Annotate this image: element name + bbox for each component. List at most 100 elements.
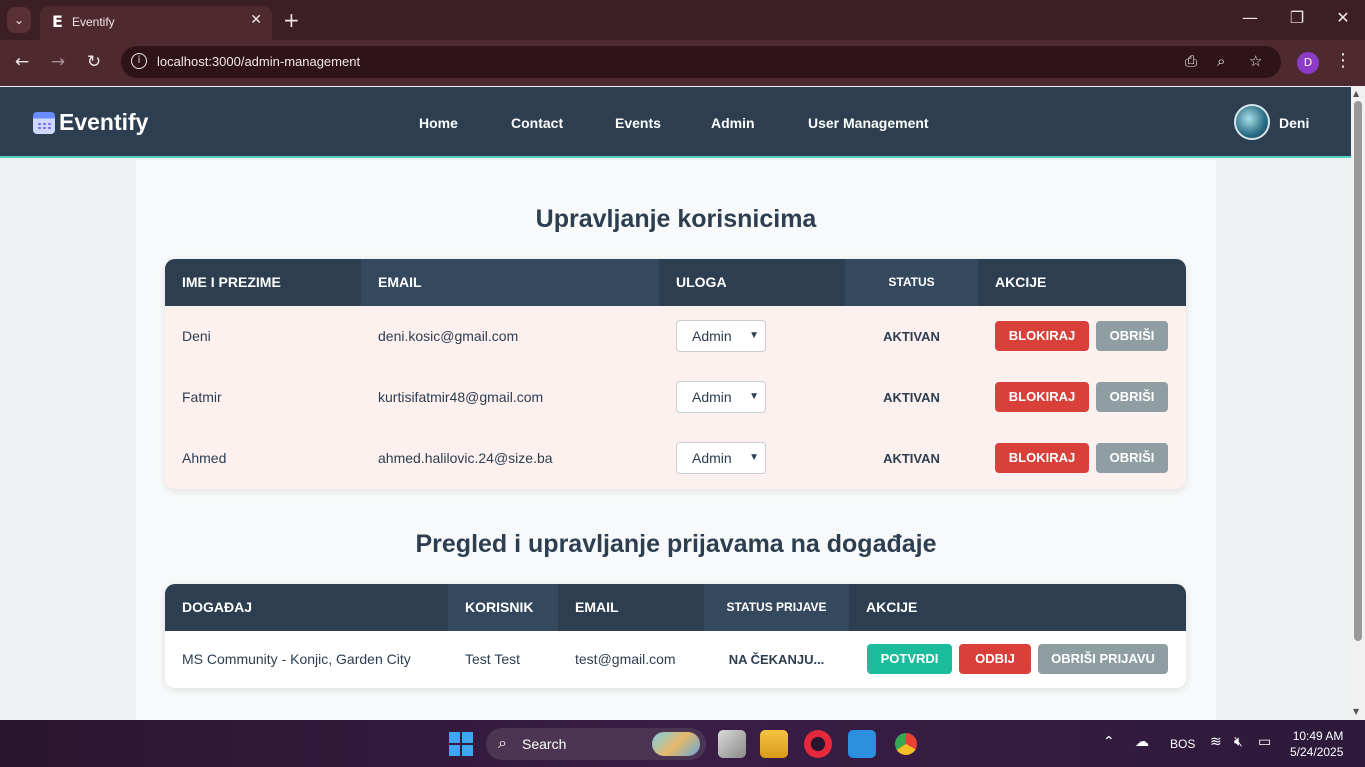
url-text[interactable]: localhost:3000/admin-management — [157, 54, 360, 69]
user-status-cell: AKTIVAN — [883, 329, 940, 344]
bookmark-star-icon[interactable]: ☆ — [1249, 52, 1262, 70]
delete-registration-button[interactable]: OBRIŠI PRIJAVU — [1038, 644, 1168, 674]
onedrive-cloud-icon[interactable]: ☁ — [1135, 734, 1149, 750]
forward-arrow-icon[interactable]: → — [47, 52, 69, 72]
reject-button[interactable]: ODBIJ — [959, 644, 1031, 674]
task-view-icon[interactable] — [718, 730, 746, 758]
brand-logo[interactable]: Eventify — [33, 109, 148, 136]
chrome-icon[interactable] — [892, 730, 920, 758]
user-name-cell: Deni — [182, 328, 211, 344]
registrations-section-title: Pregled i upravljanje prijavama na događ… — [415, 530, 937, 558]
th-user: KORISNIK — [448, 584, 558, 631]
registrant-cell: Test Test — [465, 651, 520, 667]
opera-icon[interactable] — [804, 730, 832, 758]
user-status-cell: AKTIVAN — [883, 390, 940, 405]
role-select[interactable]: Admin ▼ — [676, 381, 766, 413]
role-select[interactable]: Admin ▼ — [676, 442, 766, 474]
app-navbar: Eventify Home Contact Events Admin User … — [0, 87, 1351, 158]
file-explorer-icon[interactable] — [760, 730, 788, 758]
th-reg-actions: AKCIJE — [866, 599, 918, 615]
nav-home[interactable]: Home — [419, 115, 458, 131]
th-actions: AKCIJE — [995, 274, 1047, 290]
th-role: ULOGA — [676, 274, 727, 290]
block-button[interactable]: BLOKIRAJ — [995, 443, 1089, 473]
user-email-cell: ahmed.halilovic.24@size.ba — [378, 450, 553, 466]
table-row: MS Community - Konjic, Garden City Test … — [165, 631, 1186, 688]
address-bar[interactable]: i localhost:3000/admin-management ⎙ ⌕ ☆ — [121, 46, 1281, 78]
block-button[interactable]: BLOKIRAJ — [995, 382, 1089, 412]
new-tab-plus-icon[interactable]: + — [283, 8, 300, 32]
user-name-cell: Ahmed — [182, 450, 227, 466]
clock[interactable]: 10:49 AM 5/24/2025 — [1290, 728, 1343, 760]
windows-taskbar: ⌕ Search ⌃ ☁ BOS ≋ 🔇︎ ▭ 10:49 AM 5/24/20… — [0, 720, 1365, 767]
th-status: STATUS — [845, 259, 978, 306]
users-table-header: IME I PREZIME EMAIL ULOGA STATUS AKCIJE — [165, 259, 1186, 306]
confirm-button[interactable]: POTVRDI — [867, 644, 952, 674]
user-email-cell: deni.kosic@gmail.com — [378, 328, 519, 344]
battery-icon[interactable]: ▭ — [1258, 734, 1271, 750]
browser-menu-icon[interactable]: ⋮ — [1334, 50, 1352, 71]
tab-title: Eventify — [72, 15, 115, 29]
role-select-value: Admin — [692, 450, 732, 466]
table-row: Fatmir kurtisifatmir48@gmail.com Admin ▼ … — [165, 367, 1186, 428]
close-window-icon[interactable]: ✕ — [1328, 8, 1358, 27]
nav-admin[interactable]: Admin — [711, 115, 755, 131]
th-reg-status: STATUS PRIJAVE — [704, 584, 849, 631]
scroll-up-arrow-icon[interactable]: ▲ — [1353, 89, 1359, 98]
vscode-icon[interactable] — [848, 730, 876, 758]
minimize-icon[interactable]: — — [1235, 8, 1265, 27]
browser-tab[interactable]: E Eventify ✕ — [40, 6, 272, 40]
delete-user-button[interactable]: OBRIŠI — [1096, 443, 1168, 473]
user-name[interactable]: Deni — [1279, 115, 1309, 131]
tab-favicon: E — [52, 12, 63, 31]
delete-user-button[interactable]: OBRIŠI — [1096, 382, 1168, 412]
event-cell: MS Community - Konjic, Garden City — [182, 651, 411, 667]
search-label: Search — [522, 736, 567, 752]
nav-contact[interactable]: Contact — [511, 115, 563, 131]
tray-chevron-up-icon[interactable]: ⌃ — [1103, 734, 1115, 750]
th-reg-email: EMAIL — [575, 599, 619, 615]
user-name-cell: Fatmir — [182, 389, 222, 405]
users-table: IME I PREZIME EMAIL ULOGA STATUS AKCIJE … — [165, 259, 1186, 489]
restore-icon[interactable]: ❐ — [1282, 8, 1312, 27]
registrant-email-cell: test@gmail.com — [575, 651, 676, 667]
scroll-down-arrow-icon[interactable]: ▼ — [1353, 707, 1359, 716]
site-info-icon[interactable]: i — [131, 53, 147, 69]
tab-search-chevron-icon[interactable]: ⌄ — [7, 7, 31, 33]
page-scrollbar[interactable]: ▲ ▼ — [1351, 87, 1365, 720]
wifi-icon[interactable]: ≋ — [1210, 734, 1222, 750]
chevron-down-icon: ▼ — [749, 452, 759, 463]
th-event: DOGAĐAJ — [182, 599, 253, 615]
calendar-icon — [33, 111, 55, 134]
delete-user-button[interactable]: OBRIŠI — [1096, 321, 1168, 351]
chevron-down-icon: ▼ — [749, 330, 759, 341]
back-arrow-icon[interactable]: ← — [11, 52, 33, 72]
scrollbar-thumb[interactable] — [1354, 101, 1362, 641]
th-email: EMAIL — [361, 259, 659, 306]
windows-start-icon[interactable] — [449, 732, 473, 756]
language-indicator[interactable]: BOS — [1170, 737, 1195, 751]
browser-tab-bar: ⌄ E Eventify ✕ + — ❐ ✕ — [0, 0, 1365, 40]
role-select[interactable]: Admin ▼ — [676, 320, 766, 352]
block-button[interactable]: BLOKIRAJ — [995, 321, 1089, 351]
nav-user-management[interactable]: User Management — [808, 115, 929, 131]
profile-avatar[interactable]: D — [1297, 52, 1319, 74]
browser-toolbar: ← → ↻ i localhost:3000/admin-management … — [0, 40, 1365, 86]
tab-close-icon[interactable]: ✕ — [250, 12, 262, 28]
table-row: Deni deni.kosic@gmail.com Admin ▼ AKTIVAN… — [165, 306, 1186, 367]
main-content: Upravljanje korisnicima IME I PREZIME EM… — [136, 160, 1216, 720]
user-avatar[interactable] — [1234, 104, 1270, 140]
users-section-title: Upravljanje korisnicima — [535, 205, 817, 233]
taskbar-search[interactable]: ⌕ Search — [486, 728, 706, 760]
registrations-table-header: DOGAĐAJ KORISNIK EMAIL STATUS PRIJAVE AK… — [165, 584, 1186, 631]
user-email-cell: kurtisifatmir48@gmail.com — [378, 389, 544, 405]
search-icon: ⌕ — [498, 733, 507, 752]
search-highlight-image — [652, 732, 700, 756]
nav-events[interactable]: Events — [615, 115, 661, 131]
reload-icon[interactable]: ↻ — [83, 52, 105, 72]
role-select-value: Admin — [692, 389, 732, 405]
volume-muted-icon[interactable]: 🔇︎ — [1234, 734, 1243, 750]
chevron-down-icon: ▼ — [749, 391, 759, 402]
zoom-icon[interactable]: ⌕ — [1217, 52, 1225, 70]
install-app-icon[interactable]: ⎙ — [1185, 52, 1197, 70]
